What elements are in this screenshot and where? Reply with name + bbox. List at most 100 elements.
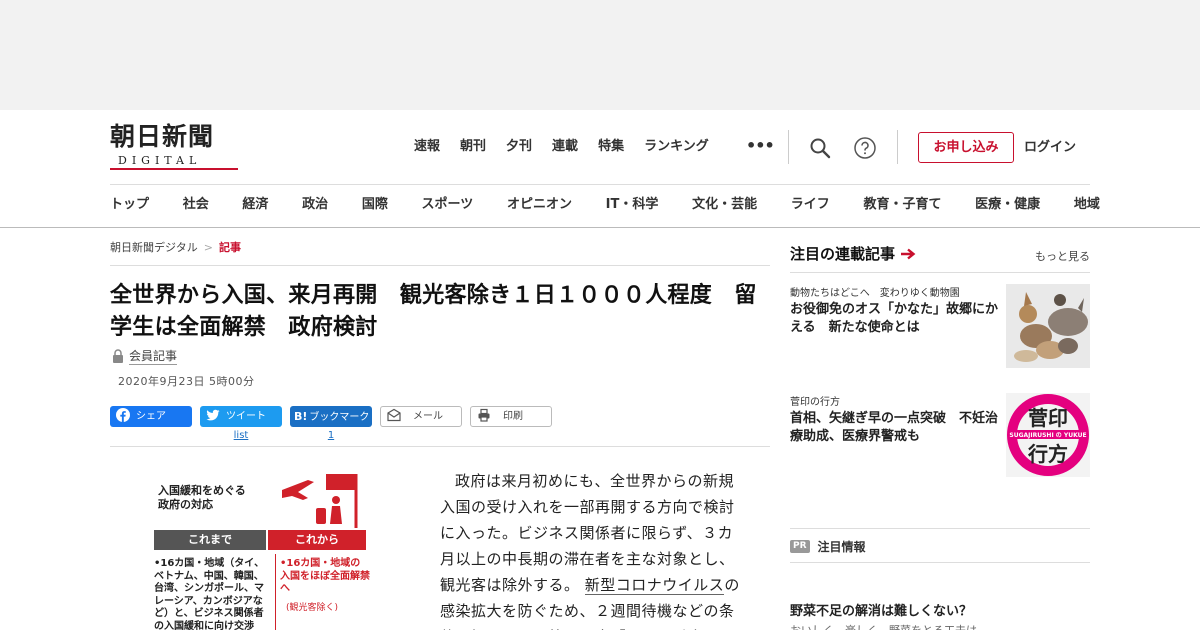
facebook-share-label: シェア: [136, 411, 166, 422]
twitter-share-label: ツイート: [226, 411, 266, 422]
sidebar-article[interactable]: 菅印の行方 首相、矢継ぎ早の一点突破 不妊治療助成、医療界警戒も 菅印 SUGA…: [790, 393, 1090, 477]
sidebar: 注目の連載記事 もっと見る 動物たちはどこへ 変わりゆく動物園 お役御免のオス「…: [790, 228, 1090, 630]
cat-society[interactable]: 社会: [183, 194, 209, 216]
hatena-bookmark-button[interactable]: B! ブックマーク: [290, 406, 372, 427]
twitter-share-button[interactable]: ツイート: [200, 406, 282, 427]
cat-it-science[interactable]: IT・科学: [606, 194, 659, 216]
figure-title-line: 政府の対応: [158, 498, 213, 511]
nav-sokuho[interactable]: 速報: [414, 136, 440, 158]
nav-ranking[interactable]: ランキング: [644, 136, 709, 158]
site-header: 朝日新聞 DIGITAL 速報 朝刊 夕刊 連載 特集 ランキング ••• お申…: [0, 110, 1200, 228]
nav-tokushu[interactable]: 特集: [598, 136, 624, 158]
divider: [110, 265, 770, 266]
article-title: 首相、矢継ぎ早の一点突破 不妊治療助成、医療界警戒も: [790, 411, 999, 444]
breadcrumb-separator: >: [203, 241, 213, 254]
breadcrumb-current: 記事: [219, 241, 241, 254]
apply-button[interactable]: お申し込み: [918, 132, 1014, 163]
cat-culture[interactable]: 文化・芸能: [692, 194, 757, 216]
facebook-share-button[interactable]: シェア: [110, 406, 192, 427]
logo[interactable]: 朝日新聞 DIGITAL: [110, 123, 240, 171]
print-icon: [478, 408, 490, 422]
lock-icon: [113, 349, 123, 363]
cat-region[interactable]: 地域: [1074, 194, 1100, 216]
member-label: 会員記事: [129, 348, 178, 365]
twitter-icon: [206, 409, 220, 421]
divider: [790, 562, 1090, 563]
breadcrumb: 朝日新聞デジタル > 記事: [110, 240, 241, 256]
twitter-count[interactable]: list: [200, 430, 282, 441]
nav-yuukan[interactable]: 夕刊: [506, 136, 532, 158]
hatena-count[interactable]: 1: [290, 430, 372, 441]
mail-share-button[interactable]: メール: [380, 406, 462, 427]
mail-icon: [387, 408, 401, 422]
figure-after-text: •16カ国・地域の入国をほぼ全面解禁へ: [280, 558, 370, 594]
search-icon[interactable]: [808, 136, 832, 160]
airplane-traveler-icon: [282, 474, 358, 528]
pr-article-title[interactable]: 野菜不足の解消は難しくない？: [790, 600, 972, 619]
article-kicker: 菅印の行方: [790, 397, 840, 408]
pr-section-heading: PR 注目情報: [790, 538, 866, 555]
figure-title-line: 入国緩和をめぐる: [158, 484, 246, 497]
figure-divider: [275, 554, 276, 630]
article-main: 朝日新聞デジタル > 記事 全世界から入国、来月再開 観光客除き１日１０００人程度 …: [110, 228, 770, 630]
hatena-icon: B!: [294, 410, 308, 423]
logo-sub-text: DIGITAL: [110, 154, 238, 170]
article-body: 政府は来月初めにも、全世界からの新規入国の受け入れを一部再開する方向で検討に入っ…: [440, 468, 745, 630]
cat-economy[interactable]: 経済: [242, 194, 268, 216]
arrow-right-icon: [901, 248, 916, 260]
sugajirushi-series-thumbnail: 菅印 SUGAJIRUSHI の YUKUE 行方: [1006, 393, 1090, 477]
thumbnail-text: SUGAJIRUSHI の YUKUE: [1009, 432, 1086, 439]
sidebar-heading-label: 注目の連載記事: [790, 245, 896, 263]
sidebar-more-link[interactable]: もっと見る: [1035, 248, 1090, 264]
cat-life[interactable]: ライフ: [791, 194, 830, 216]
divider: [110, 446, 770, 447]
publish-date: 2020年9月23日 5時00分: [118, 375, 255, 388]
cat-education[interactable]: 教育・子育て: [863, 194, 941, 216]
figure-before-header: これまで: [154, 530, 266, 550]
help-icon[interactable]: [853, 136, 877, 160]
divider: [790, 272, 1090, 273]
nav-choukan[interactable]: 朝刊: [460, 136, 486, 158]
category-nav: トップ 社会 経済 政治 国際 スポーツ オピニオン IT・科学 文化・芸能 ラ…: [110, 194, 1100, 216]
pr-badge: PR: [790, 540, 810, 553]
cat-politics[interactable]: 政治: [302, 194, 328, 216]
figure-after-note: (観光客除く): [286, 603, 339, 613]
top-nav: 速報 朝刊 夕刊 連載 特集 ランキング: [414, 136, 729, 158]
mail-share-label: メール: [413, 411, 443, 422]
article-title: お役御免のオス「かなた」故郷にかえる 新たな使命とは: [790, 302, 999, 335]
cat-sports[interactable]: スポーツ: [422, 194, 474, 216]
header-divider: [110, 184, 1090, 185]
zoo-animals-thumbnail: [1006, 284, 1090, 368]
divider: [790, 528, 1090, 529]
more-menu-icon[interactable]: •••: [746, 136, 775, 158]
print-button[interactable]: 印刷: [470, 406, 552, 427]
cat-opinion[interactable]: オピニオン: [507, 194, 572, 216]
header-separator: [897, 130, 898, 164]
thumbnail-text: 行方: [1027, 442, 1068, 466]
cat-international[interactable]: 国際: [362, 194, 388, 216]
sidebar-article[interactable]: 動物たちはどこへ 変わりゆく動物園 お役御免のオス「かなた」故郷にかえる 新たな…: [790, 284, 1090, 368]
cat-top[interactable]: トップ: [110, 194, 149, 216]
figure-before-text: •16カ国・地域（タイ、ベトナム、中国、韓国、台湾、シンガポール、マレーシア、カ…: [154, 558, 265, 630]
thumbnail-text: 菅印: [1028, 406, 1068, 430]
login-link[interactable]: ログイン: [1024, 132, 1076, 163]
breadcrumb-home[interactable]: 朝日新聞デジタル: [110, 241, 198, 254]
pr-label: 注目情報: [817, 540, 866, 554]
pr-article-subtitle[interactable]: おいしく、楽しく、野菜をとる工夫は: [790, 622, 977, 630]
nav-rensai[interactable]: 連載: [552, 136, 578, 158]
header-separator: [788, 130, 789, 164]
figure-title: 入国緩和をめぐる 政府の対応: [158, 484, 246, 512]
sidebar-heading[interactable]: 注目の連載記事: [790, 244, 916, 264]
article-figure[interactable]: 入国緩和をめぐる 政府の対応 これまで これから •16カ国・地域（タイ、ベトナ…: [150, 468, 370, 630]
print-label: 印刷: [503, 411, 523, 422]
cat-health[interactable]: 医療・健康: [975, 194, 1040, 216]
hatena-bookmark-label: ブックマーク: [309, 412, 370, 423]
article-headline: 全世界から入国、来月再開 観光客除き１日１０００人程度 留学生は全面解禁 政府検…: [110, 283, 757, 340]
facebook-icon: [116, 408, 130, 422]
member-badge[interactable]: 会員記事: [112, 348, 178, 365]
keyword-link-coronavirus[interactable]: 新型コロナウイルス: [584, 576, 725, 595]
figure-after-header: これから: [268, 530, 366, 550]
article-kicker: 動物たちはどこへ 変わりゆく動物園: [790, 288, 960, 299]
ad-banner: [0, 0, 1200, 110]
logo-main-text: 朝日新聞: [110, 122, 215, 151]
